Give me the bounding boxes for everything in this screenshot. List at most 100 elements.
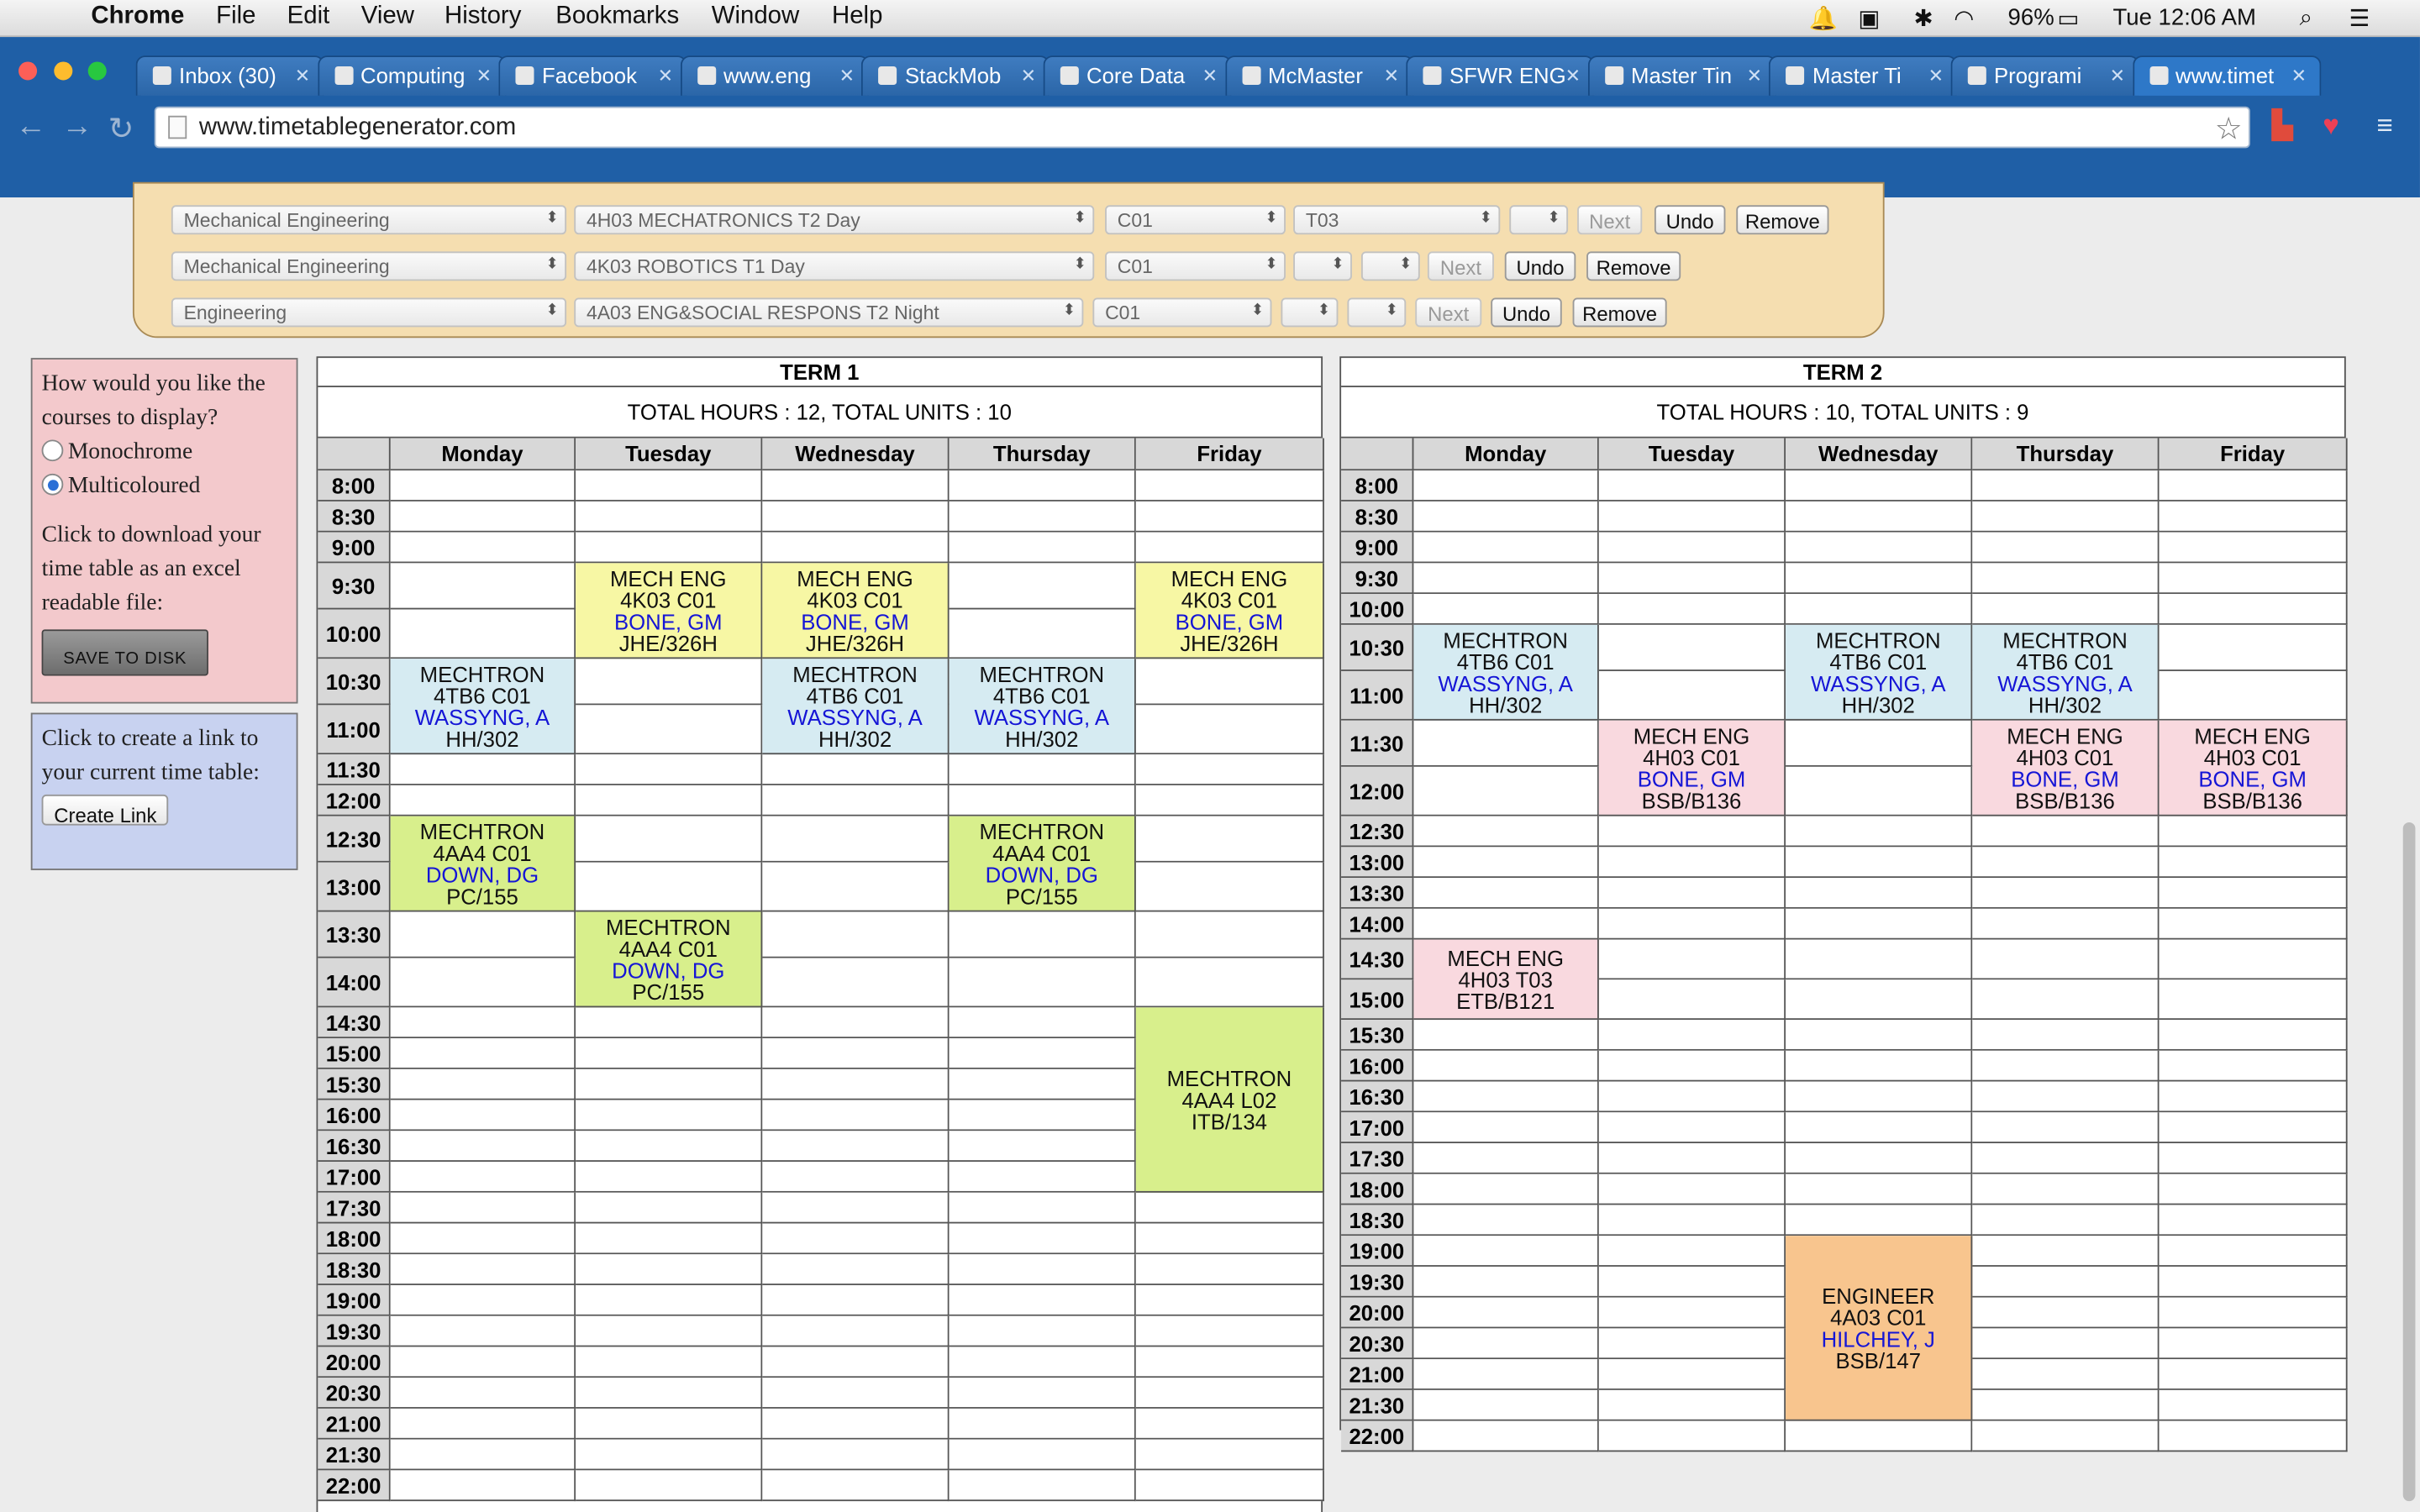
timetable-cell[interactable] bbox=[390, 1007, 576, 1039]
menu-bookmarks[interactable]: Bookmarks bbox=[555, 3, 679, 31]
course-instructor[interactable]: BONE, GM bbox=[1972, 768, 2157, 790]
timetable-cell[interactable] bbox=[2159, 1297, 2348, 1329]
tab-close-icon[interactable]: ✕ bbox=[1021, 65, 1036, 87]
course-instructor[interactable]: BONE, GM bbox=[576, 610, 760, 632]
timetable-cell[interactable] bbox=[1786, 847, 1973, 879]
timetable-cell[interactable] bbox=[1786, 939, 1973, 980]
timetable-cell[interactable] bbox=[1135, 1315, 1324, 1347]
timetable-cell[interactable] bbox=[576, 1223, 763, 1255]
timetable-cell[interactable] bbox=[949, 1100, 1136, 1131]
timetable-cell[interactable] bbox=[1786, 532, 1973, 564]
browser-tab[interactable]: Programi ✕ bbox=[1950, 55, 2139, 96]
timetable-cell[interactable] bbox=[1413, 1297, 1599, 1329]
timetable-cell[interactable] bbox=[390, 1192, 576, 1224]
timetable-cell[interactable] bbox=[576, 1192, 763, 1224]
timetable-cell[interactable] bbox=[1786, 1205, 1973, 1236]
timetable-cell[interactable] bbox=[576, 785, 763, 816]
timetable-cell[interactable] bbox=[762, 470, 950, 501]
course-block[interactable]: MECHTRON 4AA4 L02 ITB/134 bbox=[1135, 1007, 1324, 1193]
timetable-cell[interactable] bbox=[576, 470, 763, 501]
browser-tab[interactable]: McMaster ✕ bbox=[1224, 55, 1413, 96]
timetable-cell[interactable] bbox=[762, 1068, 950, 1100]
tutorial-select[interactable]: T03 bbox=[1293, 205, 1501, 235]
course-block[interactable]: MECH ENG 4K03 C01 BONE, GM JHE/326H bbox=[576, 563, 763, 659]
timetable-cell[interactable] bbox=[1135, 470, 1324, 501]
forward-icon[interactable]: → bbox=[61, 109, 92, 144]
timetable-cell[interactable] bbox=[390, 470, 576, 501]
pdf-extension-icon[interactable]: ▙ bbox=[2272, 109, 2293, 142]
timetable-cell[interactable] bbox=[1786, 1420, 1973, 1452]
course-block[interactable]: MECHTRON 4AA4 C01 DOWN, DG PC/155 bbox=[390, 816, 576, 912]
tab-close-icon[interactable]: ✕ bbox=[1384, 65, 1399, 87]
timetable-cell[interactable] bbox=[762, 1315, 950, 1347]
timetable-cell[interactable] bbox=[1135, 862, 1324, 912]
timetable-cell[interactable] bbox=[949, 1162, 1136, 1193]
timetable-cell[interactable] bbox=[949, 1131, 1136, 1163]
tutorial-select[interactable] bbox=[1293, 251, 1352, 281]
timetable-cell[interactable] bbox=[1786, 470, 1973, 501]
timetable-cell[interactable] bbox=[1972, 1359, 2160, 1390]
timetable-cell[interactable] bbox=[1135, 958, 1324, 1008]
clock[interactable]: Tue 12:06 AM bbox=[2112, 5, 2256, 31]
timetable-cell[interactable] bbox=[1972, 501, 2160, 533]
timetable-cell[interactable] bbox=[1413, 563, 1599, 595]
timetable-cell[interactable] bbox=[390, 1100, 576, 1131]
timetable-cell[interactable] bbox=[576, 1347, 763, 1378]
monochrome-option[interactable]: Monochrome bbox=[41, 435, 287, 469]
timetable-cell[interactable] bbox=[2159, 594, 2348, 625]
timetable-cell[interactable] bbox=[390, 1408, 576, 1440]
timetable-cell[interactable] bbox=[1413, 1236, 1599, 1267]
browser-tab[interactable]: www.eng ✕ bbox=[680, 55, 869, 96]
timetable-cell[interactable] bbox=[1413, 501, 1599, 533]
lab-select[interactable] bbox=[1347, 297, 1407, 328]
timetable-cell[interactable] bbox=[1598, 563, 1786, 595]
timetable-cell[interactable] bbox=[949, 609, 1136, 659]
menu-window[interactable]: Window bbox=[712, 3, 800, 31]
timetable-cell[interactable] bbox=[2159, 908, 2348, 940]
timetable-cell[interactable] bbox=[949, 754, 1136, 785]
timetable-cell[interactable] bbox=[1972, 1236, 2160, 1267]
timetable-cell[interactable] bbox=[949, 785, 1136, 816]
timetable-cell[interactable] bbox=[2159, 532, 2348, 564]
timetable-cell[interactable] bbox=[1786, 1112, 1973, 1143]
timetable-cell[interactable] bbox=[576, 705, 763, 755]
multicoloured-radio[interactable] bbox=[41, 473, 64, 496]
timetable-cell[interactable] bbox=[1598, 1020, 1786, 1051]
timetable-cell[interactable] bbox=[390, 1131, 576, 1163]
menu-icon[interactable]: ≡ bbox=[2377, 109, 2393, 142]
course-instructor[interactable]: WASSYNG, A bbox=[1972, 672, 2157, 694]
close-window-icon[interactable] bbox=[18, 61, 38, 81]
tab-close-icon[interactable]: ✕ bbox=[1928, 65, 1944, 87]
timetable-cell[interactable] bbox=[1135, 1254, 1324, 1285]
course-instructor[interactable]: WASSYNG, A bbox=[950, 706, 1134, 727]
timetable-cell[interactable] bbox=[2159, 1020, 2348, 1051]
tab-close-icon[interactable]: ✕ bbox=[1202, 65, 1218, 87]
menu-history[interactable]: History bbox=[445, 3, 521, 31]
course-instructor[interactable]: DOWN, DG bbox=[950, 864, 1134, 885]
timetable-cell[interactable] bbox=[1413, 766, 1599, 816]
timetable-cell[interactable] bbox=[576, 1408, 763, 1440]
timetable-cell[interactable] bbox=[2159, 847, 2348, 879]
timetable-cell[interactable] bbox=[2159, 1266, 2348, 1298]
timetable-cell[interactable] bbox=[949, 501, 1136, 533]
timetable-cell[interactable] bbox=[1135, 1347, 1324, 1378]
department-select[interactable]: Engineering bbox=[171, 297, 567, 328]
timetable-cell[interactable] bbox=[762, 1347, 950, 1378]
course-block[interactable]: MECHTRON 4AA4 C01 DOWN, DG PC/155 bbox=[576, 911, 763, 1008]
course-instructor[interactable]: DOWN, DG bbox=[576, 959, 760, 981]
timetable-cell[interactable] bbox=[390, 1038, 576, 1069]
timetable-cell[interactable] bbox=[390, 911, 576, 958]
timetable-cell[interactable] bbox=[2159, 1112, 2348, 1143]
timetable-cell[interactable] bbox=[1972, 1081, 2160, 1113]
timetable-cell[interactable] bbox=[2159, 878, 2348, 909]
course-block[interactable]: MECH ENG 4H03 C01 BONE, GM BSB/B136 bbox=[2159, 720, 2348, 816]
timetable-cell[interactable] bbox=[1598, 470, 1786, 501]
course-instructor[interactable]: WASSYNG, A bbox=[1413, 672, 1597, 694]
timetable-cell[interactable] bbox=[1972, 847, 2160, 879]
timetable-cell[interactable] bbox=[949, 1439, 1136, 1471]
bell-icon[interactable]: 🔔 bbox=[1809, 5, 1838, 32]
timetable-cell[interactable] bbox=[2159, 1359, 2348, 1390]
menu-file[interactable]: File bbox=[216, 3, 255, 31]
department-select[interactable]: Mechanical Engineering bbox=[171, 205, 567, 235]
timetable-cell[interactable] bbox=[949, 1254, 1136, 1285]
